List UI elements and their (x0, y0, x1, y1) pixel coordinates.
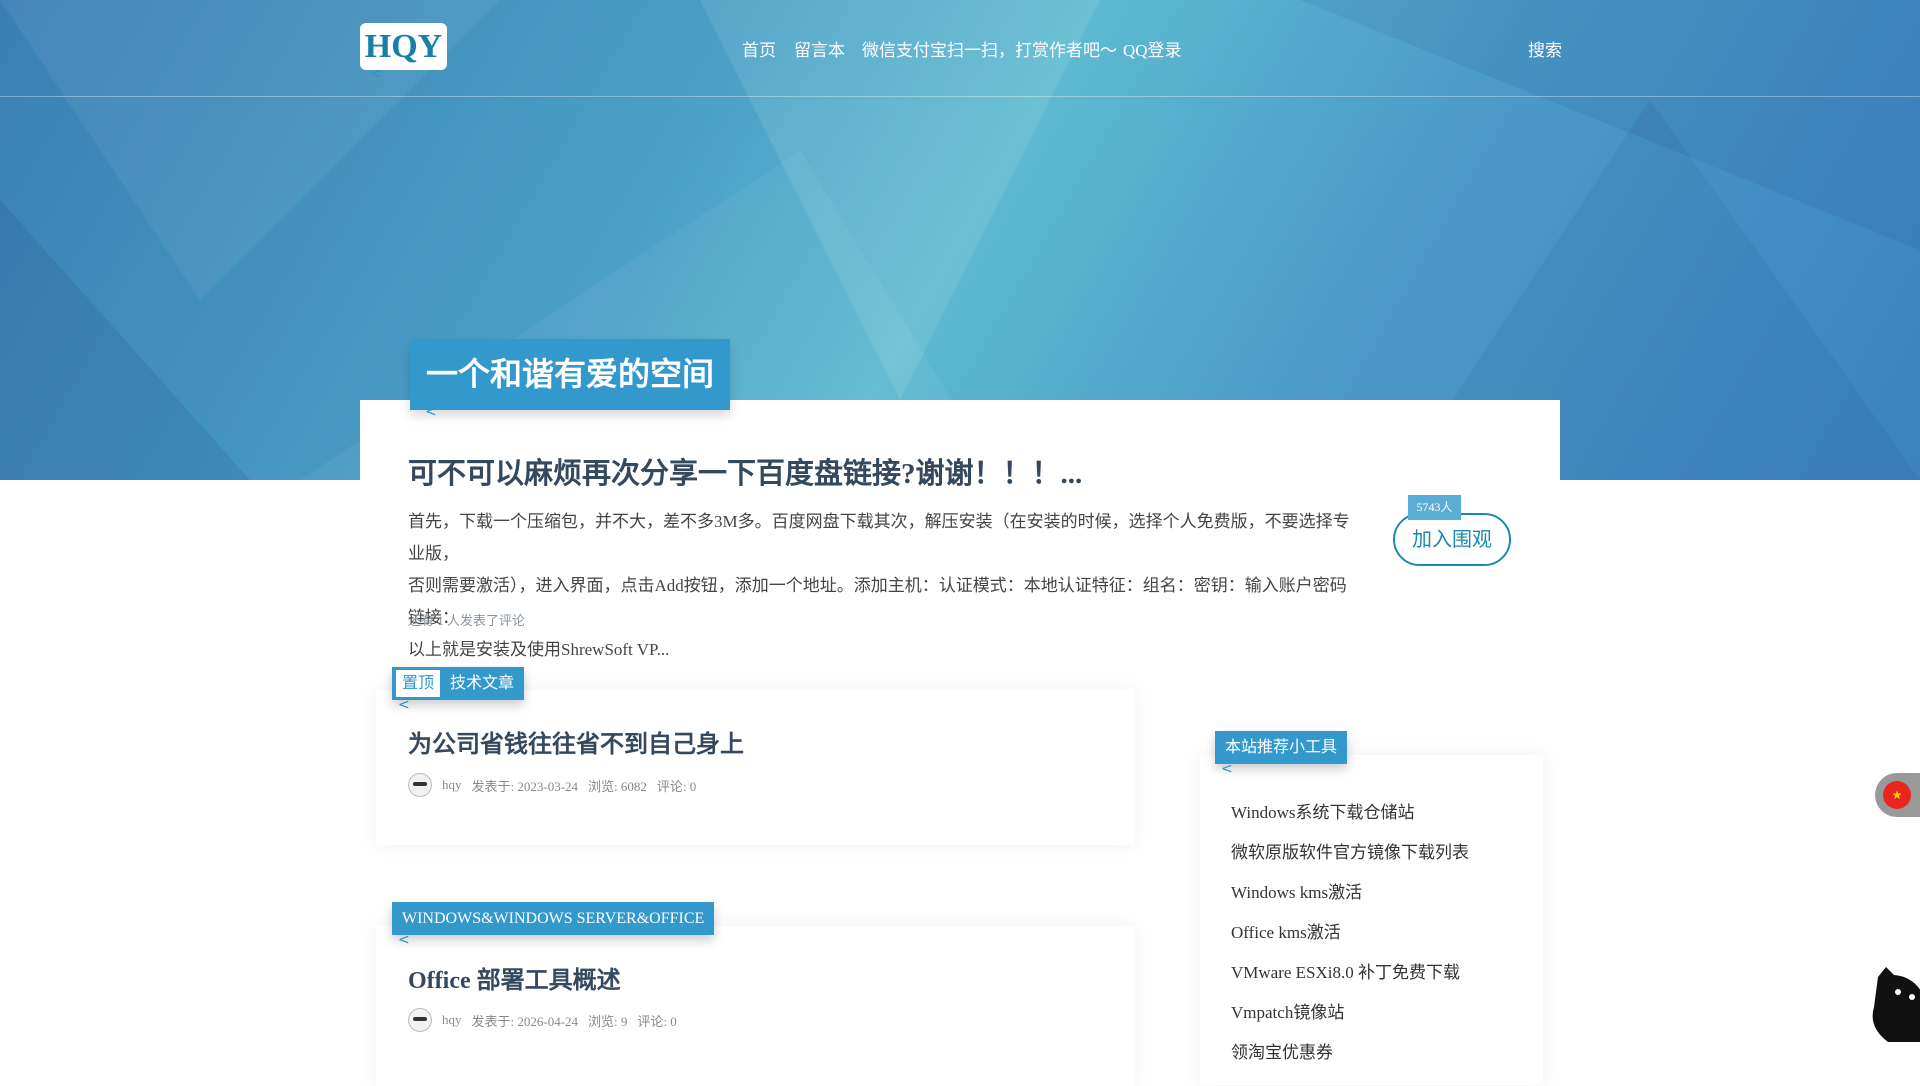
sidebar-item[interactable]: VMware ESXi8.0 补丁免费下载 (1231, 958, 1460, 983)
pinned-badge: 置顶 (396, 670, 441, 697)
tag-tail-icon: < (398, 697, 410, 713)
nav-guestbook[interactable]: 留言本 (794, 36, 845, 61)
comment-count: 还有 1 人发表了评论 (408, 613, 526, 628)
featured-excerpt: 首先，下载一个压缩包，并不大，差不多3M多。百度网盘下载其次，解压安装（在安装的… (408, 506, 1358, 666)
post-tags: 置顶 技术文章 (392, 667, 525, 700)
post-views: 浏览: 9 (588, 1013, 628, 1029)
nav-qq-login[interactable]: QQ登录 (1123, 36, 1182, 61)
post-card (376, 926, 1134, 1086)
site-logo[interactable]: HQY (360, 23, 447, 70)
post-date: 发表于: 2023-03-24 (471, 778, 579, 794)
banner-tail-icon: < (425, 404, 437, 420)
excerpt-line: 首先，下载一个压缩包，并不大，差不多3M多。百度网盘下载其次，解压安装（在安装的… (408, 512, 1350, 563)
black-cat-mascot-icon[interactable] (1868, 967, 1920, 1042)
post-tags: WINDOWS&WINDOWS SERVER&OFFICE (392, 902, 715, 935)
post-meta: hqy 发表于: 2026-04-24 浏览: 9 评论: 0 (408, 1008, 677, 1032)
search-link[interactable]: 搜索 (1528, 36, 1562, 61)
sidebar-item[interactable]: 微软原版软件官方镜像下载列表 (1231, 838, 1469, 863)
china-flag-icon: ★ (1883, 781, 1911, 809)
post-title[interactable]: Office 部署工具概述 (408, 960, 621, 995)
join-button[interactable]: 加入围观 (1393, 513, 1511, 566)
post-views: 浏览: 6082 (588, 778, 647, 794)
sidebar-item[interactable]: Windows kms激活 (1231, 878, 1362, 903)
language-switcher[interactable]: ★ (1875, 773, 1920, 817)
sidebar-item[interactable]: Office kms激活 (1231, 918, 1341, 943)
sidebar-title: 本站推荐小工具 (1215, 731, 1348, 764)
category-tag[interactable]: WINDOWS&WINDOWS SERVER&OFFICE (402, 902, 704, 935)
post-author: hqy (442, 1012, 462, 1027)
post-card (376, 690, 1134, 845)
featured-title[interactable]: 可不可以麻烦再次分享一下百度盘链接?谢谢！！！... (408, 450, 1082, 492)
post-comments: 评论: 0 (637, 1013, 677, 1029)
excerpt-line: 否则需要激活），进入界面，点击Add按钮，添加一个地址。添加主机：认证模式：本地… (408, 576, 1347, 627)
post-comments: 评论: 0 (656, 778, 697, 794)
post-title[interactable]: 为公司省钱往往省不到自己身上 (408, 724, 744, 759)
sidebar-item[interactable]: Vmpatch镜像站 (1231, 998, 1344, 1023)
nav-donate[interactable]: 微信支付宝扫一扫，打赏作者吧～ (862, 36, 1117, 61)
excerpt-line: 以上就是安装及使用ShrewSoft VP... (408, 640, 670, 659)
logo-tail-icon: < (370, 66, 382, 82)
tag-tail-icon: < (1221, 761, 1233, 777)
post-meta: hqy 发表于: 2023-03-24 浏览: 6082 评论: 0 (408, 773, 696, 797)
sidebar-item[interactable]: 领淘宝优惠券 (1231, 1038, 1333, 1063)
post-author: hqy (442, 777, 462, 792)
tag-tail-icon: < (398, 932, 410, 948)
sidebar-item[interactable]: Windows系统下载仓储站 (1231, 798, 1414, 823)
nav-home[interactable]: 首页 (742, 36, 776, 61)
avatar (408, 773, 432, 797)
site-header: HQY < 首页 留言本 微信支付宝扫一扫，打赏作者吧～ QQ登录 搜索 (0, 0, 1920, 97)
banner-title: 一个和谐有爱的空间 (410, 339, 730, 410)
post-date: 发表于: 2026-04-24 (471, 1013, 579, 1029)
avatar (408, 1008, 432, 1032)
category-tag[interactable]: 技术文章 (450, 667, 514, 700)
join-count-badge: 5743人 (1408, 495, 1461, 520)
